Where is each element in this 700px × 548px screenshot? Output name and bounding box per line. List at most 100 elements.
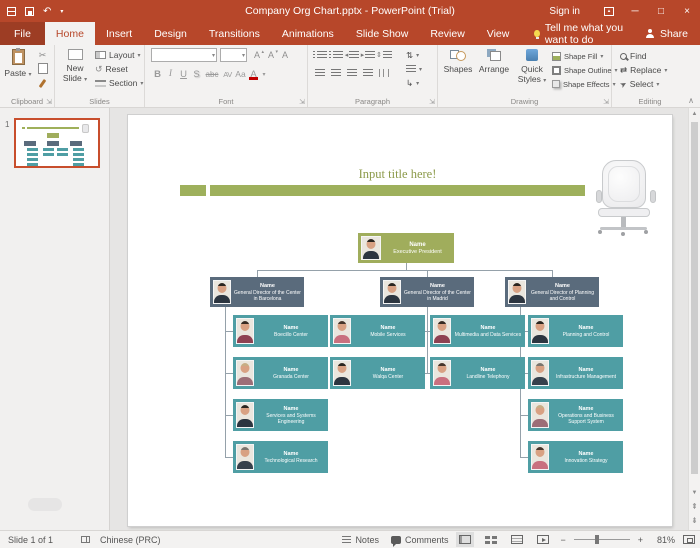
slideshow-view-button[interactable]	[534, 532, 552, 547]
reading-view-button[interactable]	[508, 532, 526, 547]
language-label[interactable]: Chinese (PRC)	[100, 535, 161, 545]
customize-qat-button[interactable]: ▾	[60, 8, 63, 15]
text-shadow-button[interactable]: S	[190, 67, 203, 81]
slide-counter[interactable]: Slide 1 of 1	[8, 535, 53, 545]
org-box[interactable]: Name Mobile Services	[330, 315, 425, 347]
org-box-director[interactable]: Name General Director of the Center in B…	[210, 277, 304, 307]
strikethrough-button[interactable]: abc	[203, 67, 221, 81]
indent-decrease-button[interactable]: ◂	[344, 48, 360, 62]
reset-button[interactable]: ↺ Reset	[95, 62, 128, 76]
bold-button[interactable]: B	[151, 67, 164, 81]
zoom-in-button[interactable]: +	[638, 535, 643, 545]
text-direction-button[interactable]: ⇅ ▾	[406, 48, 419, 62]
maximize-button[interactable]: □	[648, 0, 674, 22]
notes-button[interactable]: Notes	[342, 535, 379, 545]
increase-font-size-button[interactable]: A ▴	[250, 48, 264, 62]
justify-button[interactable]	[360, 66, 376, 80]
numbering-button[interactable]	[328, 48, 344, 62]
tab-file[interactable]: File	[0, 22, 45, 45]
shapes-button[interactable]: Shapes	[442, 48, 474, 74]
shape-effects-button[interactable]: Shape Effects ▾	[552, 77, 616, 91]
previous-slide-button[interactable]: ⇞	[689, 502, 700, 511]
clear-formatting-button[interactable]: A	[278, 48, 292, 62]
collapse-ribbon-button[interactable]: ∧	[688, 96, 694, 105]
slide-thumbnail[interactable]	[14, 118, 100, 168]
org-box[interactable]: Name Infrastructure Management	[528, 357, 623, 389]
org-box[interactable]: Name Boecillo Center	[233, 315, 328, 347]
scroll-down-icon[interactable]: ▼	[689, 490, 700, 496]
slide-title-placeholder[interactable]: Input title here!	[210, 167, 585, 182]
ribbon-display-options-button[interactable]: ▴	[596, 0, 622, 22]
zoom-level[interactable]: 81%	[651, 535, 675, 545]
change-case-button[interactable]: Aa	[234, 67, 247, 81]
align-right-button[interactable]	[344, 66, 360, 80]
fit-to-window-button[interactable]	[683, 535, 695, 544]
font-color-dropdown[interactable]: ▾	[260, 67, 268, 81]
font-color-button[interactable]: A	[247, 67, 260, 81]
arrange-button[interactable]: Arrange	[476, 48, 512, 74]
section-button[interactable]: Section ▾	[95, 76, 143, 90]
shape-outline-button[interactable]: Shape Outline ▾	[552, 63, 618, 77]
drawing-dialog-launcher[interactable]: ⇲	[603, 98, 609, 106]
convert-smartart-button[interactable]: ↳ ▾	[406, 76, 419, 90]
org-box[interactable]: Name Innovation Strategy	[528, 441, 623, 473]
paste-button[interactable]: Paste ▾	[3, 48, 33, 80]
tab-slideshow[interactable]: Slide Show	[345, 22, 420, 45]
office-chair-image[interactable]	[590, 160, 662, 236]
tab-view[interactable]: View	[476, 22, 521, 45]
normal-view-button[interactable]	[456, 532, 475, 547]
scroll-up-icon[interactable]: ▲	[689, 111, 700, 117]
tab-design[interactable]: Design	[143, 22, 198, 45]
scrollbar-thumb[interactable]	[691, 122, 698, 474]
columns-button[interactable]	[376, 66, 392, 80]
tab-review[interactable]: Review	[419, 22, 475, 45]
shape-fill-button[interactable]: Shape Fill ▾	[552, 49, 603, 63]
decrease-font-size-button[interactable]: A ▾	[264, 48, 278, 62]
new-slide-button[interactable]: New Slide ▾	[59, 48, 91, 85]
org-box[interactable]: Name Technological Research	[233, 441, 328, 473]
minimize-button[interactable]: ─	[622, 0, 648, 22]
org-box[interactable]: Name Granada Center	[233, 357, 328, 389]
font-dialog-launcher[interactable]: ⇲	[299, 98, 305, 106]
align-left-button[interactable]	[312, 66, 328, 80]
tab-insert[interactable]: Insert	[95, 22, 143, 45]
share-button[interactable]: Share	[646, 22, 688, 45]
align-center-button[interactable]	[328, 66, 344, 80]
tab-transitions[interactable]: Transitions	[198, 22, 271, 45]
copy-button[interactable]	[35, 62, 50, 76]
next-slide-button[interactable]: ⇟	[689, 516, 700, 525]
align-text-button[interactable]: ▾	[406, 62, 422, 76]
sign-in-button[interactable]: Sign in	[549, 6, 580, 17]
tab-home[interactable]: Home	[44, 22, 95, 45]
org-box[interactable]: Name Multimedia and Data Services	[430, 315, 525, 347]
slide-canvas[interactable]: Input title here! Name Executive Preside…	[128, 115, 672, 526]
tab-animations[interactable]: Animations	[271, 22, 345, 45]
font-name-select[interactable]: ▾	[151, 48, 217, 62]
italic-button[interactable]: I	[164, 67, 177, 81]
layout-button[interactable]: Layout ▾	[95, 48, 141, 62]
find-button[interactable]: Find	[620, 49, 647, 63]
org-box[interactable]: Name Landline Telephony	[430, 357, 525, 389]
org-box-director[interactable]: Name General Director of Planning and Co…	[505, 277, 599, 307]
character-spacing-button[interactable]: AV	[221, 67, 234, 81]
org-box-executive[interactable]: Name Executive President	[358, 233, 454, 263]
tell-me-box[interactable]: Tell me what you want to do	[534, 22, 646, 46]
clipboard-dialog-launcher[interactable]: ⇲	[46, 98, 52, 106]
underline-button[interactable]: U	[177, 67, 190, 81]
org-box[interactable]: Name Planning and Control	[528, 315, 623, 347]
undo-button[interactable]: ↶	[43, 6, 51, 17]
format-painter-button[interactable]	[35, 76, 50, 90]
zoom-out-button[interactable]: −	[560, 535, 565, 545]
cut-button[interactable]: ✂	[35, 48, 50, 62]
org-box-director[interactable]: Name General Director of the Center in M…	[380, 277, 474, 307]
select-button[interactable]: ➤ Select ▾	[618, 77, 659, 91]
paragraph-dialog-launcher[interactable]: ⇲	[429, 98, 435, 106]
zoom-slider[interactable]	[573, 535, 630, 544]
save-button[interactable]	[25, 6, 34, 16]
replace-button[interactable]: ⇄ Replace ▾	[620, 63, 667, 77]
indent-increase-button[interactable]: ▸	[360, 48, 376, 62]
comments-button[interactable]: Comments	[390, 535, 448, 547]
org-box[interactable]: Name Services and Systems Engineering	[233, 399, 328, 431]
org-box[interactable]: Name Operations and Business Support Sys…	[528, 399, 623, 431]
vertical-scrollbar[interactable]: ▲ ▼ ⇞ ⇟	[688, 108, 700, 530]
